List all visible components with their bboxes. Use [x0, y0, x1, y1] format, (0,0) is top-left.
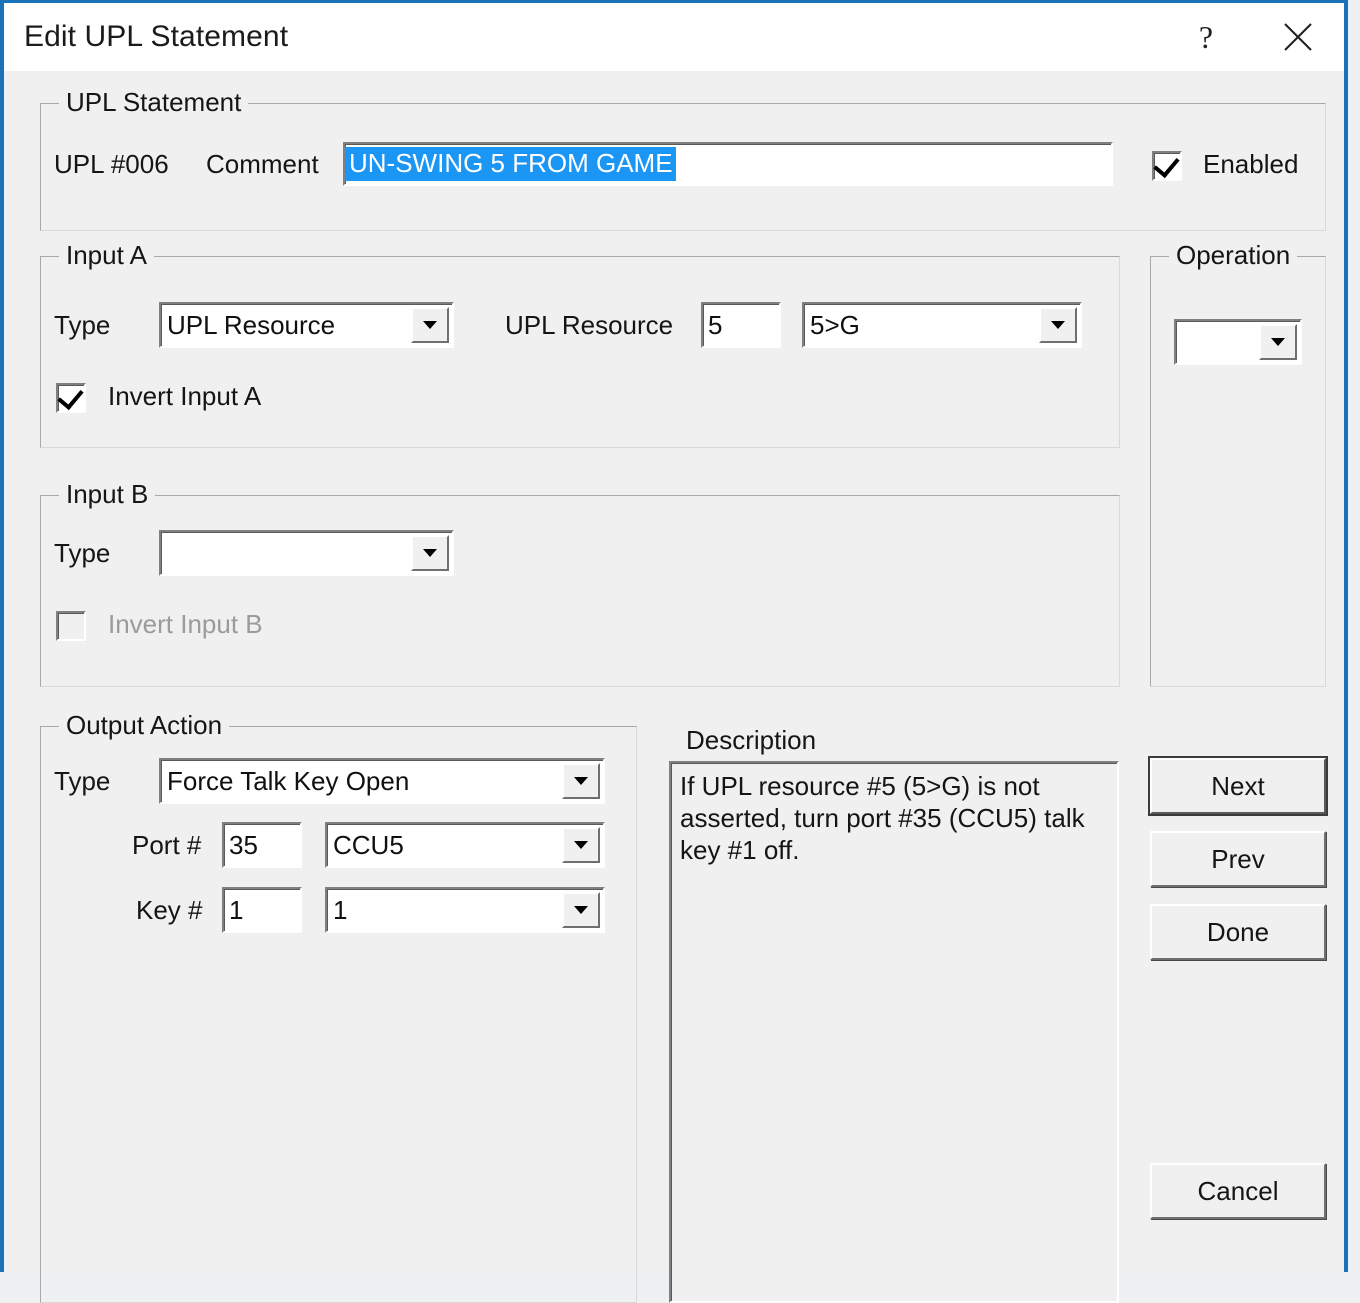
- title-bar-buttons: ?: [1160, 3, 1344, 71]
- input-b-type-label: Type: [54, 538, 111, 568]
- input-a-resource-number-input[interactable]: 5: [701, 302, 781, 348]
- key-number-input[interactable]: 1: [222, 887, 302, 933]
- chevron-down-icon[interactable]: [411, 535, 449, 571]
- dialog-window: Edit UPL Statement ? UPL Statement UPL #…: [0, 0, 1348, 1303]
- input-b-group-label: Input B: [59, 479, 156, 510]
- cancel-button[interactable]: Cancel: [1150, 1163, 1326, 1219]
- input-b-type-combo[interactable]: [159, 530, 454, 576]
- enabled-checkbox[interactable]: [1152, 150, 1182, 181]
- port-number-value: 35: [229, 829, 258, 860]
- chevron-down-icon[interactable]: [1259, 324, 1297, 360]
- input-a-type-value: UPL Resource: [167, 309, 336, 340]
- port-combo-value: CCU5: [333, 829, 404, 860]
- close-button[interactable]: [1252, 3, 1344, 71]
- enabled-label: Enabled: [1203, 149, 1299, 179]
- invert-input-a-label: Invert Input A: [108, 381, 262, 411]
- output-type-label: Type: [54, 766, 111, 796]
- close-icon: [1281, 20, 1315, 54]
- input-a-group-label: Input A: [59, 240, 154, 271]
- port-combo[interactable]: CCU5: [325, 822, 605, 868]
- chevron-down-icon[interactable]: [562, 763, 600, 799]
- description-box: If UPL resource #5 (5>G) is not asserted…: [669, 761, 1119, 1303]
- comment-label: Comment: [206, 149, 319, 179]
- invert-input-b-label: Invert Input B: [108, 609, 263, 639]
- chevron-down-icon[interactable]: [562, 827, 600, 863]
- output-action-group-label: Output Action: [59, 710, 230, 741]
- upl-statement-group-label: UPL Statement: [59, 87, 249, 118]
- chevron-down-icon[interactable]: [562, 892, 600, 928]
- output-action-group: Output Action: [40, 710, 637, 1303]
- output-type-combo[interactable]: Force Talk Key Open: [159, 758, 605, 804]
- input-a-resource-label: UPL Resource: [505, 310, 674, 340]
- key-number-value: 1: [229, 894, 244, 925]
- chevron-down-icon[interactable]: [1039, 307, 1077, 343]
- title-bar: Edit UPL Statement ?: [4, 3, 1344, 71]
- operation-group-label: Operation: [1169, 240, 1298, 271]
- invert-input-b-checkbox[interactable]: [56, 611, 86, 641]
- help-button[interactable]: ?: [1160, 3, 1252, 71]
- key-combo[interactable]: 1: [325, 887, 605, 933]
- description-text: If UPL resource #5 (5>G) is not asserted…: [680, 771, 1085, 865]
- comment-input[interactable]: UN-SWING 5 FROM GAME: [343, 142, 1113, 186]
- input-b-group: Input B: [40, 479, 1120, 687]
- input-a-resource-combo[interactable]: 5>G: [802, 302, 1082, 348]
- invert-input-a-checkbox[interactable]: [56, 382, 86, 413]
- key-combo-value: 1: [333, 894, 348, 925]
- key-number-label: Key #: [136, 895, 203, 925]
- dialog-body: UPL Statement UPL #006 Comment UN-SWING …: [4, 71, 1344, 1303]
- input-a-type-combo[interactable]: UPL Resource: [159, 302, 454, 348]
- input-a-resource-number-value: 5: [708, 309, 723, 340]
- next-button[interactable]: Next: [1148, 756, 1328, 816]
- output-type-value: Force Talk Key Open: [167, 765, 410, 796]
- window-title: Edit UPL Statement: [24, 20, 289, 53]
- prev-button[interactable]: Prev: [1150, 831, 1326, 887]
- upl-number-label: UPL #006: [54, 149, 169, 179]
- input-a-type-label: Type: [54, 310, 111, 340]
- input-a-resource-value: 5>G: [810, 309, 860, 340]
- checkmark-icon: [1153, 150, 1180, 179]
- chevron-down-icon[interactable]: [411, 307, 449, 343]
- port-number-label: Port #: [132, 830, 202, 860]
- operation-combo[interactable]: [1174, 319, 1302, 365]
- input-a-group: Input A: [40, 240, 1120, 448]
- port-number-input[interactable]: 35: [222, 822, 302, 868]
- description-label: Description: [686, 725, 817, 755]
- comment-input-value: UN-SWING 5 FROM GAME: [345, 147, 676, 181]
- done-button[interactable]: Done: [1150, 904, 1326, 960]
- checkmark-icon: [57, 382, 84, 411]
- question-mark-icon: ?: [1198, 19, 1214, 55]
